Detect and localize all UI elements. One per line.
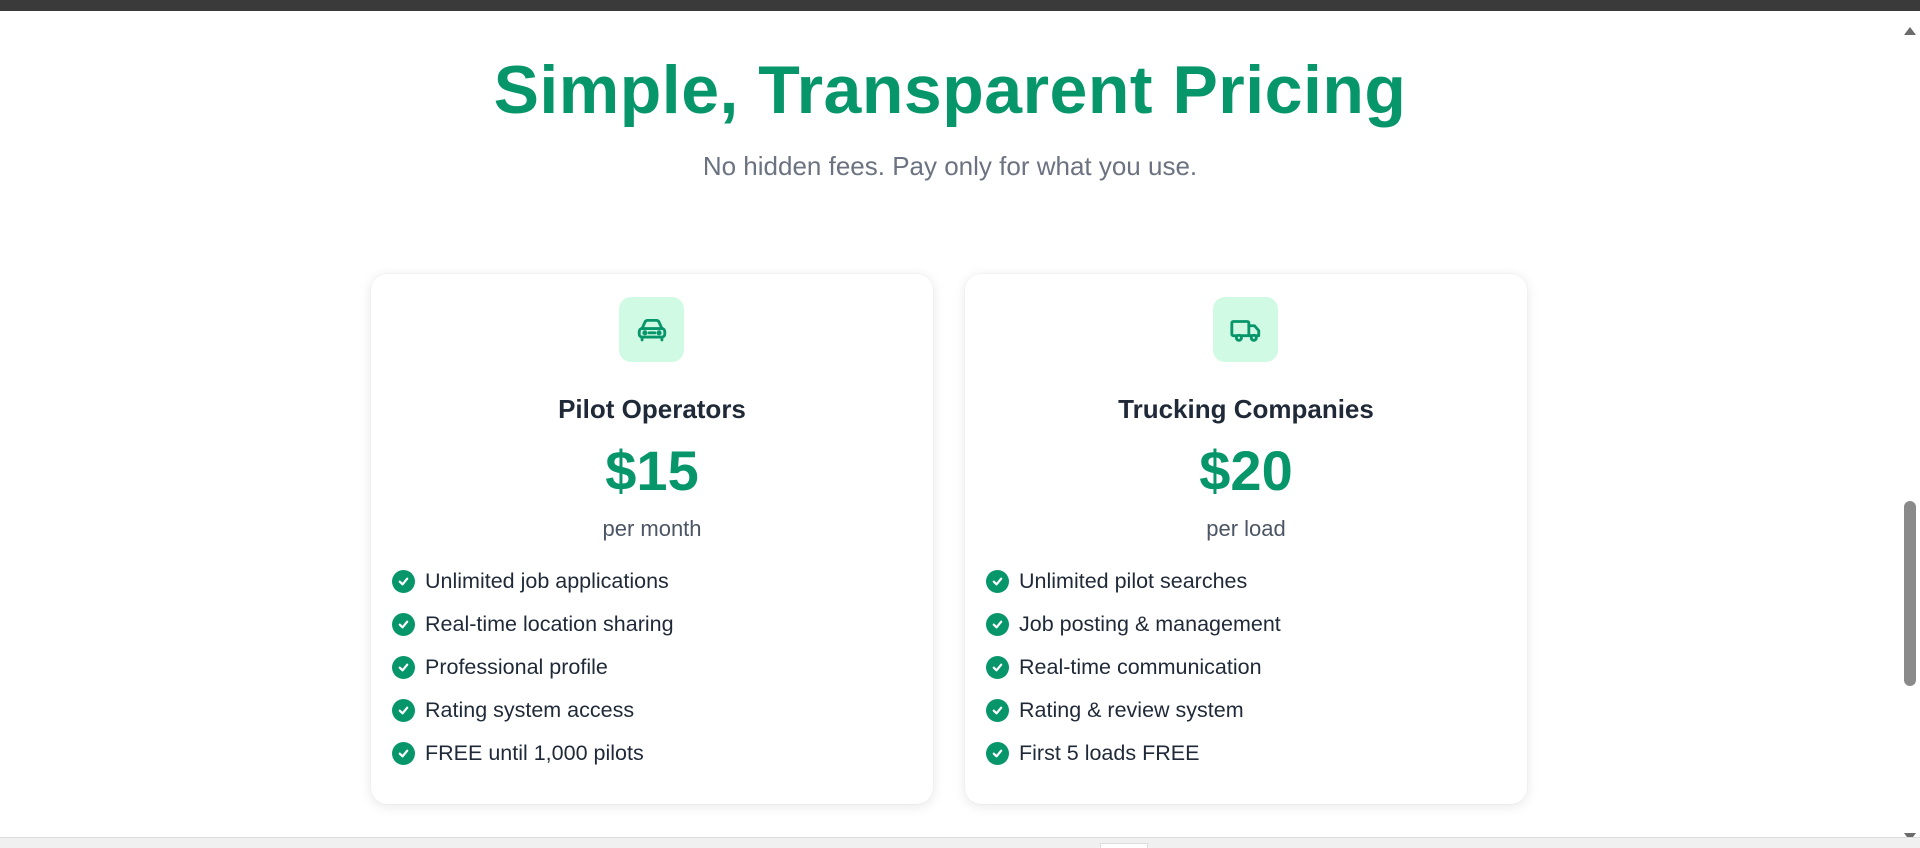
pricing-section: Simple, Transparent Pricing No hidden fe… — [0, 11, 1900, 837]
feature-text: Rating system access — [425, 698, 635, 722]
feature-text: Unlimited job applications — [425, 569, 669, 593]
feature-item: FREE until 1,000 pilots — [392, 732, 674, 775]
feature-item: Job posting & management — [986, 603, 1281, 646]
feature-text: Unlimited pilot searches — [1019, 569, 1248, 593]
feature-item: Unlimited pilot searches — [986, 560, 1281, 603]
plan-card-pilot-operators: Pilot Operators $15 per month Unlimited … — [371, 274, 933, 804]
truck-icon — [1213, 297, 1278, 362]
browser-top-bar — [0, 0, 1920, 11]
bottom-bar — [0, 837, 1920, 848]
plan-card-trucking-companies: Trucking Companies $20 per load Unlimite… — [965, 274, 1527, 804]
check-circle-icon — [392, 613, 415, 636]
feature-item: First 5 loads FREE — [986, 732, 1281, 775]
pricing-subtitle: No hidden fees. Pay only for what you us… — [702, 151, 1198, 181]
check-circle-icon — [986, 656, 1009, 679]
check-circle-icon — [986, 742, 1009, 765]
feature-item: Real-time communication — [986, 646, 1281, 689]
feature-item: Rating & review system — [986, 689, 1281, 732]
plan-period: per month — [602, 516, 702, 541]
car-icon — [619, 297, 684, 362]
plan-title: Trucking Companies — [1118, 394, 1374, 424]
plan-title: Pilot Operators — [558, 394, 746, 424]
check-circle-icon — [392, 699, 415, 722]
pricing-title: Simple, Transparent Pricing — [493, 52, 1407, 128]
vertical-scrollbar[interactable] — [1900, 11, 1920, 841]
plan-price: $15 — [605, 439, 699, 502]
scrollbar-thumb[interactable] — [1904, 501, 1916, 686]
check-circle-icon — [392, 742, 415, 765]
feature-text: Real-time communication — [1019, 655, 1262, 679]
check-circle-icon — [392, 656, 415, 679]
feature-list: Unlimited job applications Real-time loc… — [392, 560, 674, 775]
feature-item: Unlimited job applications — [392, 560, 674, 603]
feature-text: Rating & review system — [1019, 698, 1244, 722]
feature-item: Real-time location sharing — [392, 603, 674, 646]
feature-text: Professional profile — [425, 655, 608, 679]
check-circle-icon — [986, 613, 1009, 636]
feature-item: Rating system access — [392, 689, 674, 732]
check-circle-icon — [986, 570, 1009, 593]
plan-period: per load — [1206, 516, 1286, 541]
bottom-tab-marker — [1100, 843, 1148, 848]
feature-text: Real-time location sharing — [425, 612, 674, 636]
check-circle-icon — [392, 570, 415, 593]
scroll-up-arrow-icon[interactable] — [1904, 27, 1916, 35]
feature-text: FREE until 1,000 pilots — [425, 741, 644, 765]
check-circle-icon — [986, 699, 1009, 722]
plan-price: $20 — [1199, 439, 1293, 502]
feature-item: Professional profile — [392, 646, 674, 689]
feature-text: Job posting & management — [1019, 612, 1281, 636]
feature-text: First 5 loads FREE — [1019, 741, 1200, 765]
feature-list: Unlimited pilot searches Job posting & m… — [986, 560, 1281, 775]
